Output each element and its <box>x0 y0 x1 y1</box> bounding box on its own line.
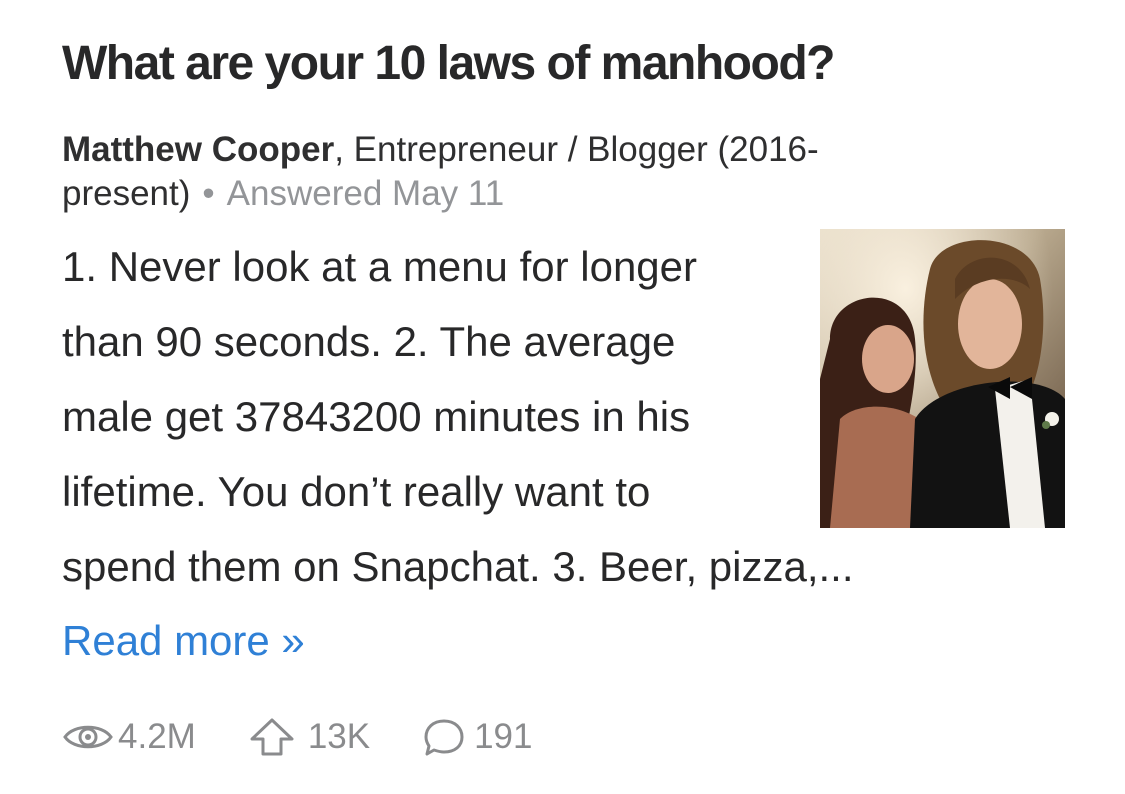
photo-couple-illustration <box>820 229 1065 528</box>
read-more-link[interactable]: Read more » <box>62 610 305 672</box>
excerpt-line: than 90 seconds. 2. The average <box>62 318 676 365</box>
answer-excerpt[interactable]: 1. Never look at a menu for longer than … <box>62 229 854 604</box>
read-more-label: Read more » <box>62 617 305 664</box>
comment-bubble-icon <box>422 717 474 757</box>
views-stat[interactable]: 4.2M <box>62 717 196 757</box>
stats-bar: 4.2M 13K 191 <box>62 712 585 762</box>
answered-date[interactable]: Answered May 11 <box>227 174 505 213</box>
excerpt-line: lifetime. You don’t really want to <box>62 468 651 515</box>
excerpt-line: 1. Never look at a menu for longer <box>62 243 698 290</box>
excerpt-line: spend them on Snapchat. 3. Beer, pizza,.… <box>62 543 854 590</box>
meta-separator: • <box>202 174 215 213</box>
author-credential-line2: present) <box>62 174 191 213</box>
upvote-count: 13K <box>307 717 371 756</box>
eye-icon <box>62 717 118 757</box>
question-title[interactable]: What are your 10 laws of manhood? <box>62 34 835 94</box>
upvote-button[interactable]: 13K <box>248 717 370 757</box>
answer-card: What are your 10 laws of manhood? Matthe… <box>62 0 1072 794</box>
answer-thumbnail-image[interactable] <box>820 229 1065 528</box>
author-name[interactable]: Matthew Cooper <box>62 130 334 169</box>
comments-count: 191 <box>474 717 533 756</box>
answer-meta: Matthew Cooper, Entrepreneur / Blogger (… <box>62 128 1002 216</box>
excerpt-line: male get 37843200 minutes in his <box>62 393 691 440</box>
comments-button[interactable]: 191 <box>422 717 533 757</box>
author-credential-line1: , Entrepreneur / Blogger (2016- <box>334 130 819 169</box>
views-count: 4.2M <box>118 717 196 756</box>
upvote-arrow-icon <box>248 717 308 757</box>
